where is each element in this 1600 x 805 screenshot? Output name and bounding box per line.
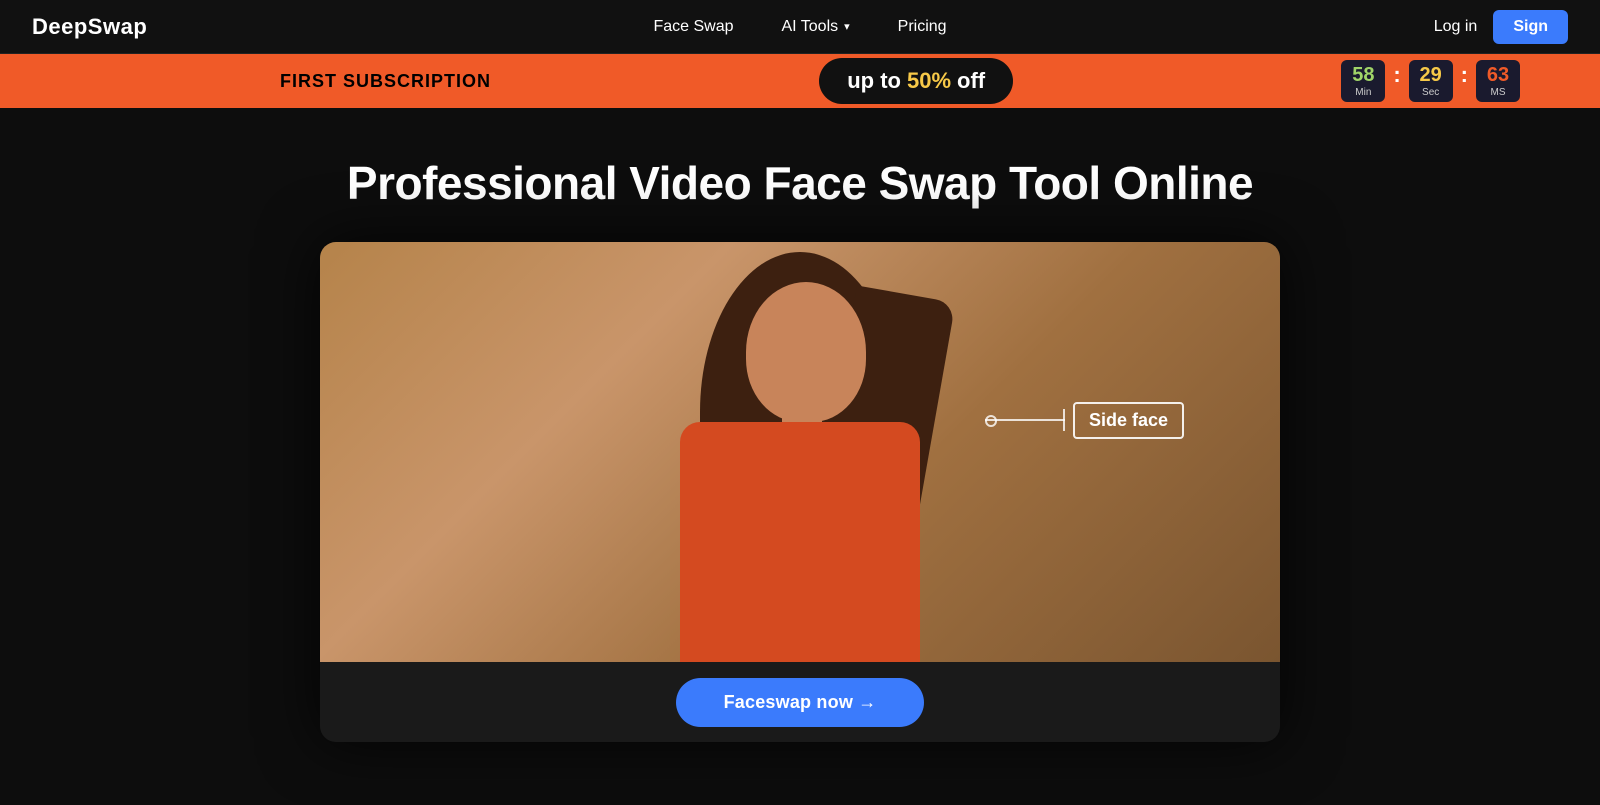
promo-off: off: [957, 68, 985, 94]
nav-right: Log in Sign: [1434, 10, 1568, 44]
timer-sec-value: 29: [1420, 64, 1442, 87]
timer-minutes: 58 Min: [1341, 60, 1385, 102]
promo-offer[interactable]: up to 50% off: [819, 58, 1013, 104]
timer-min-label: Min: [1355, 87, 1371, 98]
promo-banner: FIRST SUBSCRIPTION up to 50% off 58 Min …: [0, 54, 1600, 108]
hero-title: Professional Video Face Swap Tool Online: [347, 156, 1253, 210]
promo-text: FIRST SUBSCRIPTION: [280, 71, 491, 92]
face: [746, 282, 866, 422]
timer-milliseconds: 63 MS: [1476, 60, 1520, 102]
promo-timer: 58 Min : 29 Sec : 63 MS: [1341, 60, 1520, 102]
promo-percent: 50%: [907, 68, 951, 94]
timer-colon-2: :: [1459, 62, 1470, 88]
ai-tools-dropdown-icon: ▾: [844, 20, 850, 33]
timer-min-value: 58: [1352, 64, 1374, 87]
nav-center: Face Swap AI Tools ▾ Pricing: [653, 18, 946, 36]
side-face-connector: [985, 419, 1065, 421]
woman-figure: [640, 252, 960, 662]
timer-colon-1: :: [1391, 62, 1402, 88]
signup-button[interactable]: Sign: [1493, 10, 1568, 44]
promo-up-to: up to: [847, 68, 901, 94]
timer-ms-value: 63: [1487, 64, 1509, 87]
timer-sec-label: Sec: [1422, 87, 1439, 98]
nav-ai-tools[interactable]: AI Tools ▾: [781, 18, 849, 36]
video-card: Side face Faceswap now →: [320, 242, 1280, 742]
video-bottom-bar: Faceswap now →: [320, 662, 1280, 742]
timer-ms-label: MS: [1490, 87, 1505, 98]
side-face-text: Side face: [1073, 402, 1184, 439]
video-frame: Side face: [320, 242, 1280, 662]
navbar: DeepSwap Face Swap AI Tools ▾ Pricing Lo…: [0, 0, 1600, 54]
body: [680, 422, 920, 662]
nav-face-swap[interactable]: Face Swap: [653, 18, 733, 36]
side-face-label: Side face: [985, 402, 1184, 439]
hero-section: Professional Video Face Swap Tool Online…: [0, 108, 1600, 742]
logo: DeepSwap: [32, 14, 147, 40]
faceswap-now-button[interactable]: Faceswap now →: [676, 678, 925, 727]
login-button[interactable]: Log in: [1434, 18, 1478, 36]
nav-pricing[interactable]: Pricing: [898, 18, 947, 36]
timer-seconds: 29 Sec: [1409, 60, 1453, 102]
